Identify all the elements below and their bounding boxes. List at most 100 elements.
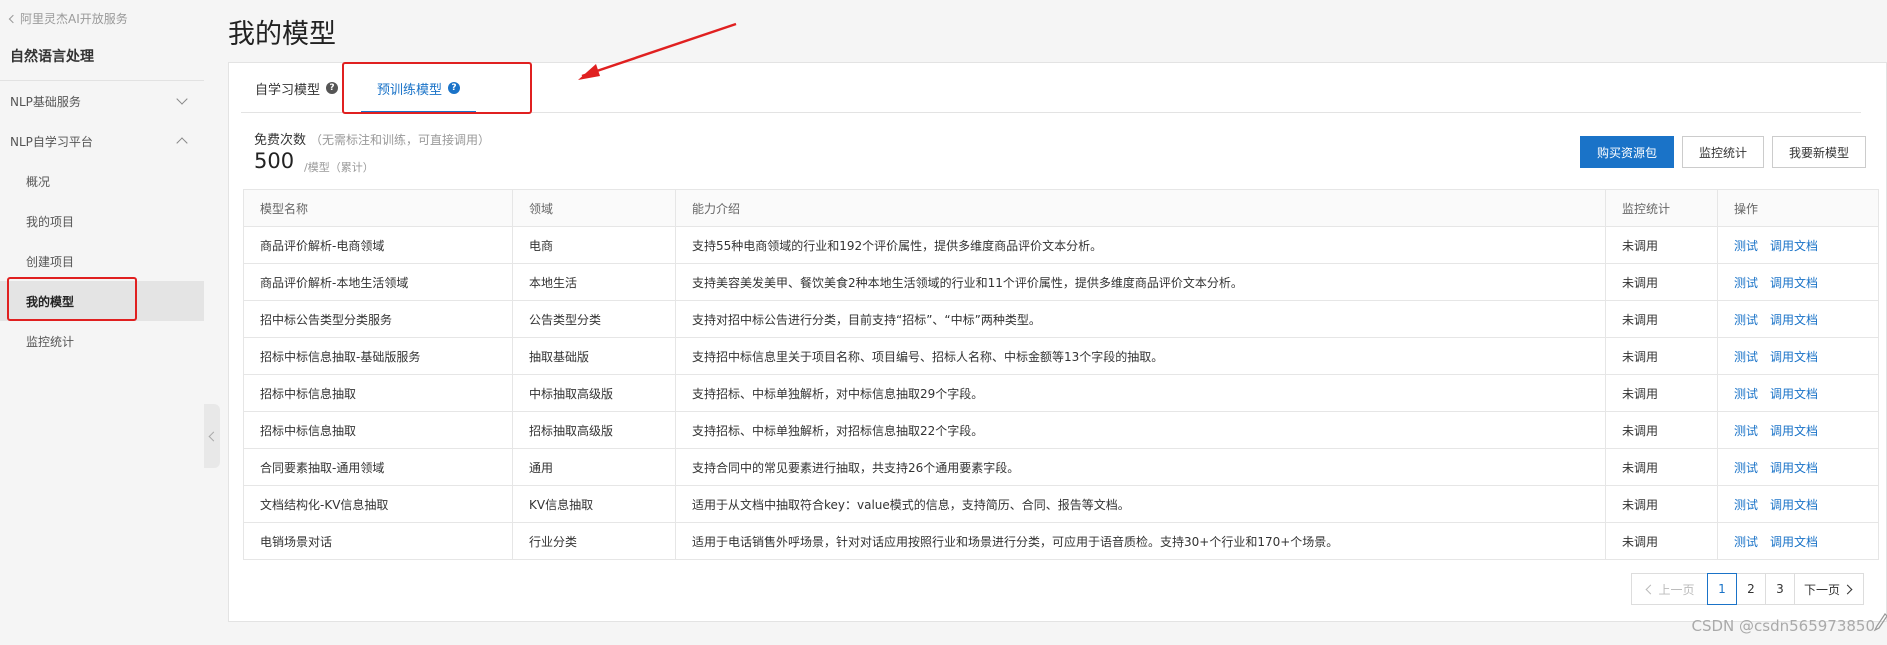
monitoring-status-cell: 未调用 bbox=[1605, 411, 1718, 449]
domain-cell: 本地生活 bbox=[512, 263, 676, 301]
sidebar-item-overview[interactable]: 概况 bbox=[0, 161, 204, 201]
next-page-label: 下一页 bbox=[1803, 582, 1840, 597]
actions-cell: 测试 调用文档 bbox=[1717, 300, 1879, 338]
api-docs-link[interactable]: 调用文档 bbox=[1770, 313, 1818, 327]
chevron-left-icon bbox=[8, 14, 18, 23]
description-cell: 适用于电话销售外呼场景，针对对话应用按照行业和场景进行分类，可应用于语音质检。支… bbox=[675, 522, 1606, 560]
chevron-right-icon bbox=[1842, 584, 1853, 594]
api-docs-link[interactable]: 调用文档 bbox=[1770, 239, 1818, 253]
actions-cell: 测试 调用文档 bbox=[1717, 485, 1879, 523]
model-name-cell: 文档结构化-KV信息抽取 bbox=[243, 485, 513, 523]
column-header-description: 能力介绍 bbox=[675, 189, 1606, 227]
annotation-box-my-models bbox=[7, 277, 137, 321]
help-icon[interactable]: ? bbox=[326, 82, 339, 94]
actions-cell: 测试 调用文档 bbox=[1717, 226, 1879, 264]
sidebar: 阿里灵杰AI开放服务 自然语言处理 NLP基础服务 NLP自学习平台 概况 我的… bbox=[0, 0, 204, 645]
monitoring-status-cell: 未调用 bbox=[1605, 522, 1718, 560]
monitor-stats-button[interactable]: 监控统计 bbox=[1682, 136, 1765, 168]
next-page-button[interactable]: 下一页 bbox=[1794, 573, 1864, 605]
api-docs-link[interactable]: 调用文档 bbox=[1770, 276, 1818, 290]
test-link[interactable]: 测试 bbox=[1734, 424, 1758, 438]
domain-cell: 行业分类 bbox=[512, 522, 676, 560]
description-cell: 支持对招中标公告进行分类，目前支持“招标”、“中标”两种类型。 bbox=[675, 300, 1606, 338]
sidebar-item-my-projects[interactable]: 我的项目 bbox=[0, 201, 204, 241]
model-name-cell: 招中标公告类型分类服务 bbox=[243, 300, 513, 338]
sidebar-group-nlp-basic[interactable]: NLP基础服务 bbox=[0, 81, 204, 121]
model-name-cell: 招标中标信息抽取-基础版服务 bbox=[243, 337, 513, 375]
page-button-1[interactable]: 1 bbox=[1707, 573, 1737, 605]
column-header-domain: 领域 bbox=[512, 189, 676, 227]
prev-page-button[interactable]: 上一页 bbox=[1631, 573, 1708, 605]
domain-cell: 电商 bbox=[512, 226, 676, 264]
back-link[interactable]: 阿里灵杰AI开放服务 bbox=[8, 10, 128, 27]
api-docs-link[interactable]: 调用文档 bbox=[1770, 498, 1818, 512]
description-cell: 支持55种电商领域的行业和192个评价属性，提供多维度商品评价文本分析。 bbox=[675, 226, 1606, 264]
description-cell: 适用于从文档中抽取符合key：value模式的信息，支持简历、合同、报告等文档。 bbox=[675, 485, 1606, 523]
actions-cell: 测试 调用文档 bbox=[1717, 337, 1879, 375]
buy-resource-pack-button[interactable]: 购买资源包 bbox=[1580, 136, 1675, 168]
model-name-cell: 招标中标信息抽取 bbox=[243, 411, 513, 449]
api-docs-link[interactable]: 调用文档 bbox=[1770, 350, 1818, 364]
test-link[interactable]: 测试 bbox=[1734, 535, 1758, 549]
monitoring-status-cell: 未调用 bbox=[1605, 374, 1718, 412]
domain-cell: 通用 bbox=[512, 448, 676, 486]
sidebar-group-label: NLP自学习平台 bbox=[10, 134, 93, 149]
api-docs-link[interactable]: 调用文档 bbox=[1770, 387, 1818, 401]
table-row: 招中标公告类型分类服务 公告类型分类 支持对招中标公告进行分类，目前支持“招标”、“… bbox=[243, 300, 1879, 338]
annotation-arrow bbox=[578, 22, 737, 80]
test-link[interactable]: 测试 bbox=[1734, 387, 1758, 401]
actions-cell: 测试 调用文档 bbox=[1717, 522, 1879, 560]
description-cell: 支持美容美发美甲、餐饮美食2种本地生活领域的行业和11个评价属性，提供多维度商品… bbox=[675, 263, 1606, 301]
chevron-left-icon bbox=[208, 431, 219, 441]
actions-cell: 测试 调用文档 bbox=[1717, 263, 1879, 301]
test-link[interactable]: 测试 bbox=[1734, 239, 1758, 253]
monitoring-status-cell: 未调用 bbox=[1605, 448, 1718, 486]
column-header-name: 模型名称 bbox=[243, 189, 513, 227]
annotation-box-pretrained-tab bbox=[342, 62, 532, 114]
table-row: 招标中标信息抽取-基础版服务 抽取基础版 支持招中标信息里关于项目名称、项目编号、招… bbox=[243, 337, 1879, 375]
free-quota-title: 免费次数 bbox=[254, 133, 307, 148]
pagination: 上一页 1 2 3 下一页 bbox=[1631, 573, 1864, 605]
sidebar-item-create-project[interactable]: 创建项目 bbox=[0, 241, 204, 281]
actions-cell: 测试 调用文档 bbox=[1717, 448, 1879, 486]
tab-label: 自学习模型 bbox=[255, 82, 321, 98]
table-row: 电销场景对话 行业分类 适用于电话销售外呼场景，针对对话应用按照行业和场景进行分类，… bbox=[243, 522, 1879, 560]
api-docs-link[interactable]: 调用文档 bbox=[1770, 424, 1818, 438]
free-quota-unit: /模型（累计） bbox=[304, 161, 374, 174]
table-row: 招标中标信息抽取 中标抽取高级版 支持招标、中标单独解析，对中标信息抽取29个字段。… bbox=[243, 374, 1879, 412]
tab-self-learning-models[interactable]: 自学习模型 ? bbox=[255, 63, 339, 113]
model-name-cell: 合同要素抽取-通用领域 bbox=[243, 448, 513, 486]
free-quota-value: 500 bbox=[254, 149, 295, 173]
test-link[interactable]: 测试 bbox=[1734, 498, 1758, 512]
api-docs-link[interactable]: 调用文档 bbox=[1770, 535, 1818, 549]
monitoring-status-cell: 未调用 bbox=[1605, 337, 1718, 375]
test-link[interactable]: 测试 bbox=[1734, 350, 1758, 364]
domain-cell: 抽取基础版 bbox=[512, 337, 676, 375]
domain-cell: 招标抽取高级版 bbox=[512, 411, 676, 449]
back-link-label: 阿里灵杰AI开放服务 bbox=[20, 12, 128, 26]
description-cell: 支持招标、中标单独解析，对招标信息抽取22个字段。 bbox=[675, 411, 1606, 449]
sidebar-item-monitoring[interactable]: 监控统计 bbox=[0, 321, 204, 361]
model-name-cell: 招标中标信息抽取 bbox=[243, 374, 513, 412]
test-link[interactable]: 测试 bbox=[1734, 276, 1758, 290]
actions-cell: 测试 调用文档 bbox=[1717, 374, 1879, 412]
api-docs-link[interactable]: 调用文档 bbox=[1770, 461, 1818, 475]
table-row: 商品评价解析-本地生活领域 本地生活 支持美容美发美甲、餐饮美食2种本地生活领域的行… bbox=[243, 263, 1879, 301]
column-header-monitoring: 监控统计 bbox=[1605, 189, 1718, 227]
page-button-3[interactable]: 3 bbox=[1765, 573, 1795, 605]
page-button-2[interactable]: 2 bbox=[1736, 573, 1766, 605]
sidebar-collapse-handle[interactable] bbox=[204, 404, 220, 468]
main-panel: 自学习模型 ? 预训练模型 ? 免费次数 （无需标注和训练，可直接调用） 500 … bbox=[228, 62, 1887, 622]
sidebar-group-nlp-self-learning[interactable]: NLP自学习平台 bbox=[0, 121, 204, 161]
actions-cell: 测试 调用文档 bbox=[1717, 411, 1879, 449]
table-header-row: 模型名称 领域 能力介绍 监控统计 操作 bbox=[243, 189, 1879, 227]
page-title: 我的模型 bbox=[228, 19, 336, 50]
test-link[interactable]: 测试 bbox=[1734, 461, 1758, 475]
request-new-model-button[interactable]: 我要新模型 bbox=[1772, 136, 1867, 168]
models-table: 模型名称 领域 能力介绍 监控统计 操作 商品评价解析-电商领域 电商 支持55种电… bbox=[243, 189, 1879, 560]
test-link[interactable]: 测试 bbox=[1734, 313, 1758, 327]
sidebar-title: 自然语言处理 bbox=[10, 49, 94, 65]
description-cell: 支持合同中的常见要素进行抽取，共支持26个通用要素字段。 bbox=[675, 448, 1606, 486]
description-cell: 支持招中标信息里关于项目名称、项目编号、招标人名称、中标金额等13个字段的抽取。 bbox=[675, 337, 1606, 375]
description-cell: 支持招标、中标单独解析，对中标信息抽取29个字段。 bbox=[675, 374, 1606, 412]
